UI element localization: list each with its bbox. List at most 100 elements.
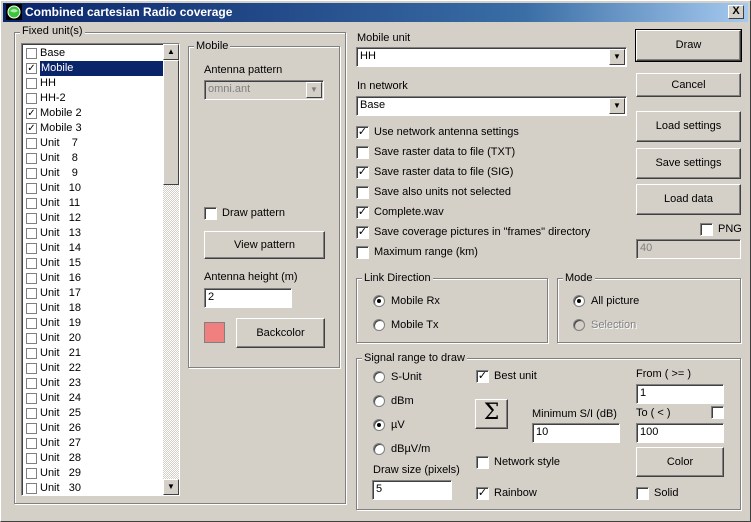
view-pattern-button[interactable]: View pattern xyxy=(204,231,325,259)
list-item[interactable]: Unit 27 xyxy=(24,436,164,451)
radio-button[interactable] xyxy=(373,419,385,431)
unit-checkbox[interactable] xyxy=(26,258,37,269)
list-item[interactable]: ✓ Mobile 3 xyxy=(24,121,164,136)
list-item[interactable]: Unit 19 xyxy=(24,316,164,331)
list-item[interactable]: Unit 15 xyxy=(24,256,164,271)
list-item[interactable]: Unit 26 xyxy=(24,421,164,436)
chevron-down-icon[interactable]: ▼ xyxy=(609,98,625,114)
list-item[interactable]: Unit 18 xyxy=(24,301,164,316)
radio-button[interactable] xyxy=(373,319,385,331)
list-item[interactable]: Unit 30 xyxy=(24,481,164,495)
unit-checkbox[interactable] xyxy=(26,78,37,89)
option-checkbox[interactable] xyxy=(356,146,369,159)
cancel-button[interactable]: Cancel xyxy=(636,73,741,97)
unit-checkbox[interactable] xyxy=(26,483,37,494)
unit-checkbox[interactable] xyxy=(26,378,37,389)
load-settings-button[interactable]: Load settings xyxy=(636,111,741,142)
list-item[interactable]: Unit 13 xyxy=(24,226,164,241)
close-button[interactable]: X xyxy=(728,5,744,19)
radio-button[interactable] xyxy=(373,443,385,455)
list-item[interactable]: Unit 17 xyxy=(24,286,164,301)
unit-checkbox[interactable] xyxy=(26,438,37,449)
unit-checkbox[interactable] xyxy=(26,168,37,179)
unit-checkbox[interactable] xyxy=(26,393,37,404)
unit-checkbox[interactable]: ✓ xyxy=(26,123,37,134)
scroll-thumb[interactable] xyxy=(163,60,179,185)
best-unit-checkbox[interactable]: ✓ xyxy=(476,370,489,383)
unit-checkbox[interactable] xyxy=(26,243,37,254)
draw-pattern-checkbox[interactable] xyxy=(204,207,217,220)
sigma-button[interactable]: Σ xyxy=(475,399,508,429)
radio-button[interactable] xyxy=(373,395,385,407)
option-checkbox[interactable]: ✓ xyxy=(356,226,369,239)
list-item[interactable]: ✓ Mobile 2 xyxy=(24,106,164,121)
list-item[interactable]: Unit 29 xyxy=(24,466,164,481)
unit-checkbox[interactable] xyxy=(26,93,37,104)
list-item[interactable]: Unit 21 xyxy=(24,346,164,361)
option-checkbox[interactable]: ✓ xyxy=(356,126,369,139)
list-item[interactable]: ✓ Mobile xyxy=(24,61,164,76)
unit-checkbox[interactable] xyxy=(26,183,37,194)
unit-checkbox[interactable] xyxy=(26,213,37,224)
list-item[interactable]: Unit 7 xyxy=(24,136,164,151)
list-item[interactable]: HH xyxy=(24,76,164,91)
network-style-checkbox[interactable] xyxy=(476,456,489,469)
list-item[interactable]: Unit 14 xyxy=(24,241,164,256)
list-item[interactable]: Unit 16 xyxy=(24,271,164,286)
to-checkbox[interactable] xyxy=(711,406,724,419)
unit-checkbox[interactable] xyxy=(26,198,37,209)
unit-checkbox[interactable]: ✓ xyxy=(26,63,37,74)
unit-checkbox[interactable] xyxy=(26,408,37,419)
list-item[interactable]: Unit 20 xyxy=(24,331,164,346)
in-network-select[interactable]: Base ▼ xyxy=(356,96,627,116)
option-checkbox[interactable]: ✓ xyxy=(356,166,369,179)
min-si-input[interactable]: 10 xyxy=(532,423,620,443)
radio-button[interactable] xyxy=(373,371,385,383)
antenna-height-input[interactable]: 2 xyxy=(204,288,292,308)
color-button[interactable]: Color xyxy=(636,447,724,477)
draw-size-input[interactable]: 5 xyxy=(372,480,452,500)
list-item[interactable]: Unit 22 xyxy=(24,361,164,376)
save-settings-button[interactable]: Save settings xyxy=(636,148,741,179)
draw-button[interactable]: Draw xyxy=(635,29,742,62)
list-item[interactable]: Unit 11 xyxy=(24,196,164,211)
unit-checkbox[interactable] xyxy=(26,453,37,464)
unit-checkbox[interactable] xyxy=(26,468,37,479)
load-data-button[interactable]: Load data xyxy=(636,184,741,215)
unit-checkbox[interactable] xyxy=(26,363,37,374)
rainbow-checkbox[interactable]: ✓ xyxy=(476,487,489,500)
unit-checkbox[interactable] xyxy=(26,153,37,164)
list-item[interactable]: Unit 12 xyxy=(24,211,164,226)
unit-checkbox[interactable] xyxy=(26,318,37,329)
solid-checkbox[interactable] xyxy=(636,487,649,500)
unit-checkbox[interactable] xyxy=(26,138,37,149)
radio-button[interactable] xyxy=(373,295,385,307)
unit-checkbox[interactable] xyxy=(26,228,37,239)
list-scrollbar[interactable]: ▲ ▼ xyxy=(163,44,179,495)
mobile-unit-select[interactable]: HH ▼ xyxy=(356,47,627,67)
chevron-down-icon[interactable]: ▼ xyxy=(609,49,625,65)
fixed-units-list[interactable]: Base ✓ Mobile HH HH-2 ✓ Mobile 2 ✓ Mobile 3 Unit … xyxy=(21,43,180,496)
unit-checkbox[interactable] xyxy=(26,48,37,59)
unit-checkbox[interactable] xyxy=(26,303,37,314)
png-checkbox[interactable] xyxy=(700,223,713,236)
list-item[interactable]: Unit 24 xyxy=(24,391,164,406)
unit-checkbox[interactable]: ✓ xyxy=(26,108,37,119)
backcolor-button[interactable]: Backcolor xyxy=(236,318,325,348)
list-item[interactable]: Unit 23 xyxy=(24,376,164,391)
unit-checkbox[interactable] xyxy=(26,348,37,359)
scroll-up-button[interactable]: ▲ xyxy=(163,44,179,60)
from-input[interactable]: 1 xyxy=(636,384,724,404)
list-item[interactable]: Unit 10 xyxy=(24,181,164,196)
scroll-down-button[interactable]: ▼ xyxy=(163,479,179,495)
unit-checkbox[interactable] xyxy=(26,273,37,284)
to-input[interactable]: 100 xyxy=(636,423,724,443)
unit-checkbox[interactable] xyxy=(26,423,37,434)
radio-button[interactable] xyxy=(573,295,585,307)
title-bar[interactable]: Combined cartesian Radio coverage X xyxy=(3,3,748,22)
list-item[interactable]: Unit 9 xyxy=(24,166,164,181)
unit-checkbox[interactable] xyxy=(26,333,37,344)
list-item[interactable]: HH-2 xyxy=(24,91,164,106)
unit-checkbox[interactable] xyxy=(26,288,37,299)
list-item[interactable]: Base xyxy=(24,46,164,61)
